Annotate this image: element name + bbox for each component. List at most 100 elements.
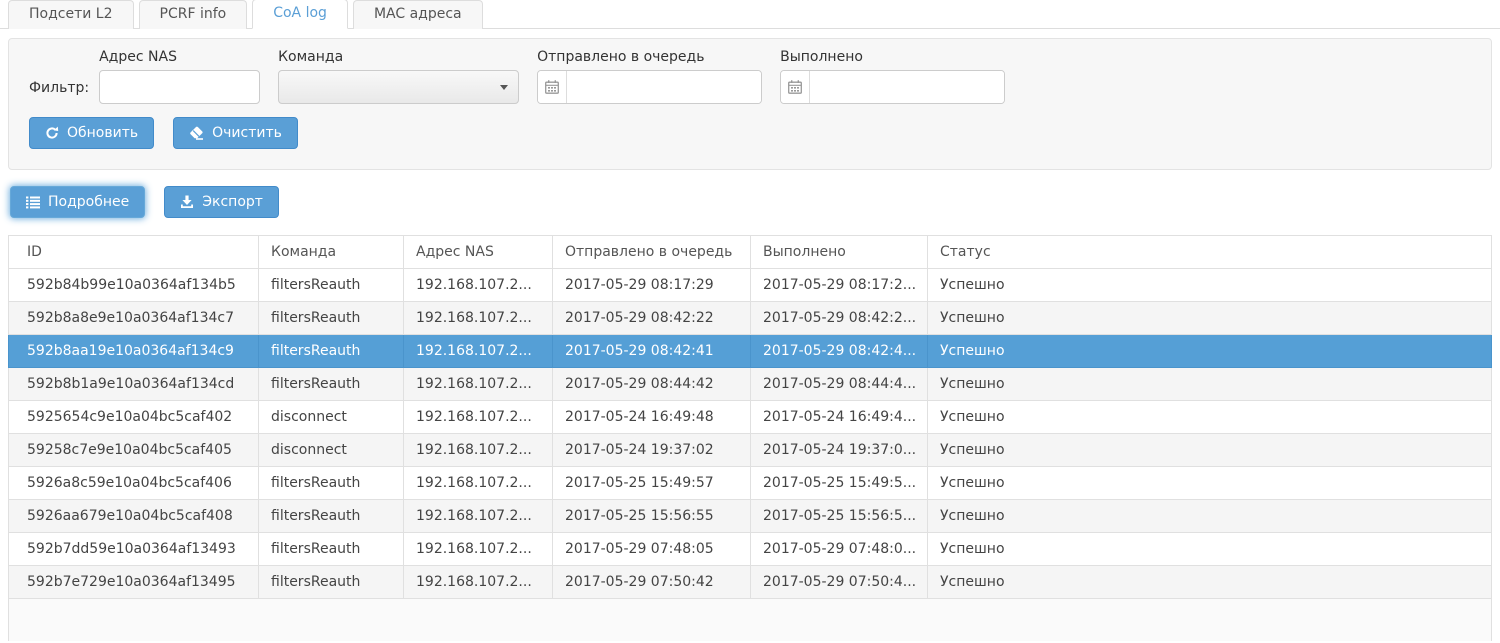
cell-id: 59258c7e9e10a04bc5caf405 bbox=[8, 433, 259, 467]
cell-command: disconnect bbox=[258, 433, 404, 467]
cell-nas: 192.168.107.2... bbox=[403, 466, 553, 500]
cell-nas: 192.168.107.2... bbox=[403, 334, 553, 368]
cell-status: Успешно bbox=[927, 334, 1492, 368]
cell-nas: 192.168.107.2... bbox=[403, 565, 553, 599]
command-select[interactable] bbox=[278, 70, 520, 104]
export-button-label: Экспорт bbox=[202, 194, 263, 210]
cell-queued: 2017-05-25 15:49:57 bbox=[552, 466, 751, 500]
cell-queued: 2017-05-29 08:42:22 bbox=[552, 301, 751, 335]
cell-command: filtersReauth bbox=[258, 532, 404, 566]
cell-id: 592b8b1a9e10a0364af134cd bbox=[8, 367, 259, 401]
cell-command: filtersReauth bbox=[258, 301, 404, 335]
column-header-done: Выполнено bbox=[750, 235, 928, 269]
queued-calendar-addon[interactable] bbox=[538, 71, 568, 103]
cell-id: 592b7e729e10a0364af13495 bbox=[8, 565, 259, 599]
cell-status: Успешно bbox=[927, 268, 1492, 302]
column-header-status: Статус bbox=[927, 235, 1492, 269]
cell-id: 592b8aa19e10a0364af134c9 bbox=[8, 334, 259, 368]
command-field: Команда bbox=[278, 49, 520, 104]
cell-nas: 192.168.107.2... bbox=[403, 268, 553, 302]
clear-button[interactable]: Очистить bbox=[173, 117, 298, 149]
table-row[interactable]: 592b8b1a9e10a0364af134cd filtersReauth 192… bbox=[8, 367, 1492, 401]
export-button[interactable]: Экспорт bbox=[164, 186, 279, 218]
table-row[interactable]: 59258c7e9e10a04bc5caf405 disconnect 192.16… bbox=[8, 433, 1492, 467]
details-button[interactable]: Подробнее bbox=[10, 186, 146, 218]
column-header-queued: Отправлено в очередь bbox=[552, 235, 751, 269]
cell-queued: 2017-05-25 15:56:55 bbox=[552, 499, 751, 533]
queued-date-field: Отправлено в очередь bbox=[537, 49, 763, 104]
done-calendar-addon[interactable] bbox=[781, 71, 811, 103]
filter-legend: Фильтр: bbox=[29, 80, 90, 96]
cell-done: 2017-05-24 16:49:4... bbox=[750, 400, 928, 434]
cell-queued: 2017-05-29 08:42:41 bbox=[552, 334, 751, 368]
column-header-nas: Адрес NAS bbox=[403, 235, 553, 269]
refresh-icon bbox=[46, 126, 59, 139]
queued-date-label: Отправлено в очередь bbox=[537, 49, 705, 65]
table-row[interactable]: 5926aa679e10a04bc5caf408 filtersReauth 192… bbox=[8, 499, 1492, 533]
tab-mac-adresa[interactable]: MAC адреса bbox=[352, 0, 483, 29]
table-row[interactable]: 5926a8c59e10a04bc5caf406 filtersReauth 192… bbox=[8, 466, 1492, 500]
table-empty-area bbox=[8, 599, 1492, 641]
download-icon bbox=[181, 195, 194, 208]
table-body: 592b84b99e10a0364af134b5 filtersReauth 192… bbox=[8, 268, 1492, 599]
cell-status: Успешно bbox=[927, 466, 1492, 500]
cell-nas: 192.168.107.2... bbox=[403, 433, 553, 467]
cell-command: disconnect bbox=[258, 400, 404, 434]
cell-queued: 2017-05-29 07:50:42 bbox=[552, 565, 751, 599]
refresh-button-label: Обновить bbox=[67, 125, 139, 141]
cell-queued: 2017-05-29 08:44:42 bbox=[552, 367, 751, 401]
column-header-id: ID bbox=[8, 235, 259, 269]
command-label: Команда bbox=[278, 49, 344, 65]
cell-status: Успешно bbox=[927, 367, 1492, 401]
calendar-icon bbox=[788, 80, 803, 94]
refresh-button[interactable]: Обновить bbox=[29, 117, 155, 149]
tab-bar: Подсети L2 PCRF info CoA log MAC адреса bbox=[0, 0, 1500, 29]
eraser-icon bbox=[190, 126, 204, 140]
cell-queued: 2017-05-29 07:48:05 bbox=[552, 532, 751, 566]
cell-nas: 192.168.107.2... bbox=[403, 367, 553, 401]
tab-pcrf-info[interactable]: PCRF info bbox=[138, 0, 248, 29]
cell-queued: 2017-05-29 08:17:29 bbox=[552, 268, 751, 302]
cell-command: filtersReauth bbox=[258, 268, 404, 302]
table-row[interactable]: 592b84b99e10a0364af134b5 filtersReauth 192… bbox=[8, 268, 1492, 302]
table-row[interactable]: 5925654c9e10a04bc5caf402 disconnect 192.16… bbox=[8, 400, 1492, 434]
cell-status: Успешно bbox=[927, 400, 1492, 434]
cell-queued: 2017-05-24 16:49:48 bbox=[552, 400, 751, 434]
queued-date-input[interactable] bbox=[567, 71, 762, 103]
tab-podseti-l2[interactable]: Подсети L2 bbox=[8, 0, 134, 29]
coa-log-table: ID Команда Адрес NAS Отправлено в очеред… bbox=[8, 235, 1492, 599]
cell-nas: 192.168.107.2... bbox=[403, 301, 553, 335]
cell-done: 2017-05-29 07:48:0... bbox=[750, 532, 928, 566]
cell-nas: 192.168.107.2... bbox=[403, 400, 553, 434]
cell-done: 2017-05-29 08:42:2... bbox=[750, 301, 928, 335]
tab-coa-log[interactable]: CoA log bbox=[252, 0, 348, 29]
cell-id: 592b84b99e10a0364af134b5 bbox=[8, 268, 259, 302]
cell-status: Успешно bbox=[927, 532, 1492, 566]
table-row[interactable]: 592b7dd59e10a0364af13493 filtersReauth 192… bbox=[8, 532, 1492, 566]
nas-address-input[interactable] bbox=[99, 70, 261, 104]
cell-done: 2017-05-24 19:37:0... bbox=[750, 433, 928, 467]
cell-status: Успешно bbox=[927, 301, 1492, 335]
calendar-icon bbox=[545, 80, 560, 94]
cell-command: filtersReauth bbox=[258, 499, 404, 533]
nas-address-label: Адрес NAS bbox=[99, 49, 177, 65]
cell-id: 5926a8c59e10a04bc5caf406 bbox=[8, 466, 259, 500]
column-header-command: Команда bbox=[258, 235, 404, 269]
table-row[interactable]: 592b7e729e10a0364af13495 filtersReauth 192… bbox=[8, 565, 1492, 599]
cell-done: 2017-05-29 08:42:4... bbox=[750, 334, 928, 368]
cell-command: filtersReauth bbox=[258, 565, 404, 599]
cell-nas: 192.168.107.2... bbox=[403, 532, 553, 566]
chevron-down-icon bbox=[500, 84, 509, 90]
done-date-label: Выполнено bbox=[780, 49, 863, 65]
done-date-field: Выполнено bbox=[780, 49, 1006, 104]
cell-id: 592b8a8e9e10a0364af134c7 bbox=[8, 301, 259, 335]
table-row[interactable]: 592b8a8e9e10a0364af134c7 filtersReauth 192… bbox=[8, 301, 1492, 335]
filter-panel: Фильтр: Адрес NAS Команда Отправлено в о… bbox=[8, 38, 1492, 170]
cell-id: 592b7dd59e10a0364af13493 bbox=[8, 532, 259, 566]
cell-done: 2017-05-25 15:49:5... bbox=[750, 466, 928, 500]
table-row[interactable]: 592b8aa19e10a0364af134c9 filtersReauth 192… bbox=[8, 334, 1492, 368]
cell-id: 5925654c9e10a04bc5caf402 bbox=[8, 400, 259, 434]
cell-command: filtersReauth bbox=[258, 367, 404, 401]
done-date-input[interactable] bbox=[810, 71, 1005, 103]
cell-done: 2017-05-29 07:50:4... bbox=[750, 565, 928, 599]
